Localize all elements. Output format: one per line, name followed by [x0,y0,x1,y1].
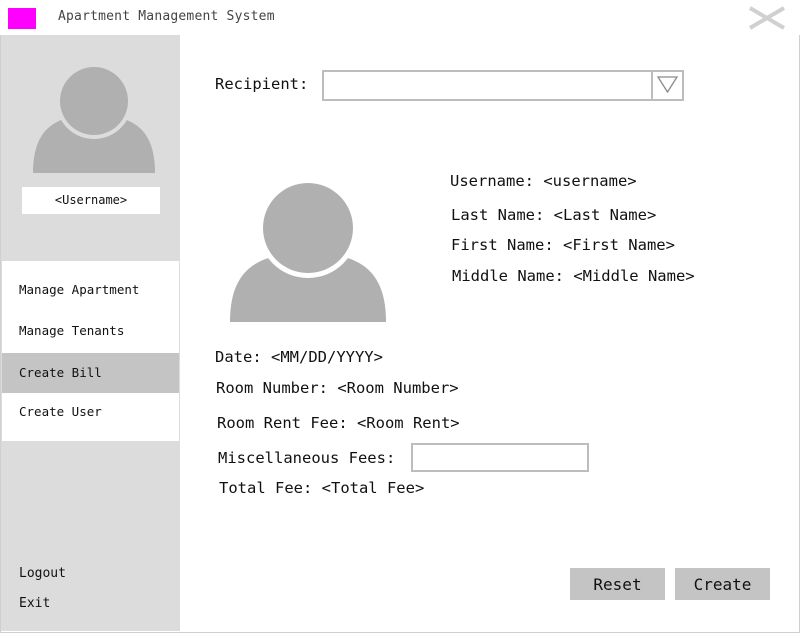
sidebar: <Username> Manage Apartment Manage Tenan… [1,35,180,631]
logout-link[interactable]: Logout [19,566,66,581]
username-info: Username: <username> [450,172,637,190]
sidebar-item-create-user[interactable]: Create User [2,392,179,432]
create-bill-form: Recipient: Username: <username> Last Nam… [181,35,799,631]
app-logo-icon [8,8,36,29]
misc-fees-label: Miscellaneous Fees: [218,449,396,467]
close-icon[interactable] [748,6,786,30]
sidebar-item-create-bill[interactable]: Create Bill [2,353,179,393]
exit-link[interactable]: Exit [19,596,50,611]
create-button[interactable]: Create [675,568,770,600]
middle-name-info: Middle Name: <Middle Name> [452,267,695,285]
first-name-info: First Name: <First Name> [451,236,675,254]
window-title: Apartment Management System [58,9,275,24]
dropdown-button[interactable] [651,72,682,99]
user-avatar-icon [33,65,155,173]
title-bar: Apartment Management System [0,0,800,35]
sidebar-item-manage-apartment[interactable]: Manage Apartment [2,270,179,310]
sidebar-item-manage-tenants[interactable]: Manage Tenants [2,311,179,351]
user-avatar-icon [230,183,386,322]
sidebar-username: <Username> [22,187,160,214]
room-number-info: Room Number: <Room Number> [216,379,459,397]
triangle-down-icon [656,76,679,94]
sidebar-nav: Manage Apartment Manage Tenants Create B… [2,261,179,441]
last-name-info: Last Name: <Last Name> [451,206,657,224]
date-info: Date: <MM/DD/YYYY> [215,348,383,366]
room-rent-info: Room Rent Fee: <Room Rent> [217,414,460,432]
misc-fees-input[interactable] [411,443,589,472]
total-fee-info: Total Fee: <Total Fee> [219,479,425,497]
recipient-label: Recipient: [215,75,309,93]
reset-button[interactable]: Reset [570,568,665,600]
recipient-dropdown[interactable] [322,70,684,101]
